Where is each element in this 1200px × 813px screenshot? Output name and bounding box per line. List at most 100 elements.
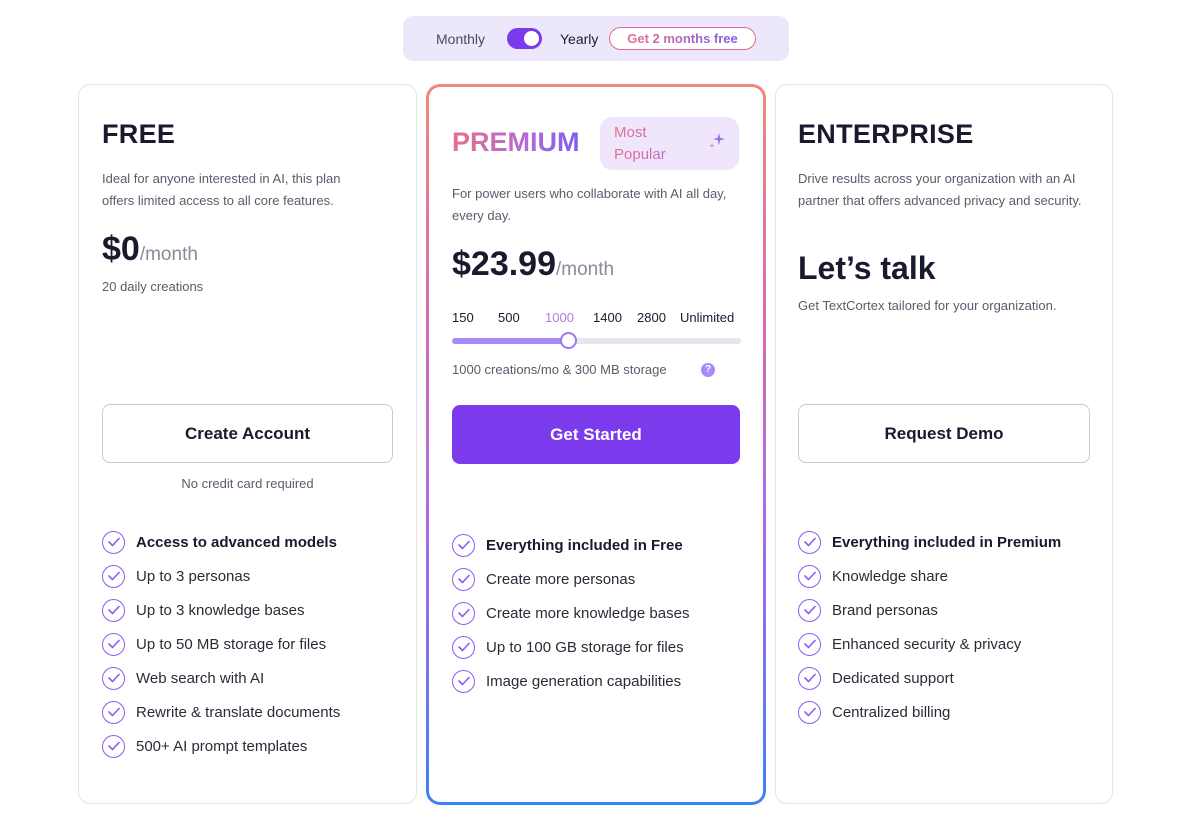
creations-slider[interactable] [452, 332, 741, 349]
sparkle-icon [709, 133, 725, 148]
feature-label: Everything included in Free [486, 536, 683, 554]
check-circle-icon [452, 567, 475, 591]
check-circle-icon [798, 666, 821, 690]
check-circle-icon [452, 669, 475, 693]
feature-item: Brand personas [798, 593, 1061, 627]
feature-item: Access to advanced models [102, 525, 340, 559]
request-demo-button[interactable]: Request Demo [798, 404, 1090, 463]
feature-label: Dedicated support [832, 669, 954, 687]
feature-label: Create more knowledge bases [486, 604, 690, 622]
price-period: /month [556, 259, 615, 280]
slider-option-label[interactable]: 500 [498, 310, 520, 325]
check-circle-icon [102, 734, 125, 758]
feature-label: Centralized billing [832, 703, 951, 721]
check-circle-icon [798, 564, 821, 588]
feature-list: Everything included in Premium Knowledge … [798, 525, 1061, 729]
get-started-button[interactable]: Get Started [452, 405, 740, 464]
feature-item: Up to 3 knowledge bases [102, 593, 340, 627]
feature-label: Image generation capabilities [486, 672, 682, 690]
plan-title: FREE [102, 119, 176, 149]
check-circle-icon [102, 530, 125, 554]
feature-item: 500+ AI prompt templates [102, 729, 340, 763]
plan-title: ENTERPRISE [798, 119, 974, 149]
price-amount: $0 [102, 230, 140, 268]
feature-item: Dedicated support [798, 661, 1061, 695]
plan-price: $23.99/month [452, 245, 614, 284]
feature-item: Up to 50 MB storage for files [102, 627, 340, 661]
yearly-promo-badge: Get 2 months free [609, 27, 756, 50]
plan-card-free: FREE Ideal for anyone interested in AI, … [78, 84, 417, 804]
yearly-label[interactable]: Yearly [560, 31, 598, 47]
check-circle-icon [798, 530, 821, 554]
slider-thumb[interactable] [560, 332, 577, 349]
plan-title: PREMIUM [452, 127, 580, 157]
monthly-label[interactable]: Monthly [436, 31, 485, 47]
slider-option-label[interactable]: Unlimited [680, 310, 734, 325]
check-circle-icon [452, 601, 475, 625]
check-circle-icon [452, 533, 475, 557]
help-icon[interactable]: ? [701, 363, 715, 377]
check-circle-icon [798, 598, 821, 622]
feature-item: Centralized billing [798, 695, 1061, 729]
plan-description: Ideal for anyone interested in AI, this … [102, 171, 341, 208]
check-circle-icon [102, 632, 125, 656]
feature-label: Brand personas [832, 601, 938, 619]
check-circle-icon [102, 564, 125, 588]
feature-label: 500+ AI prompt templates [136, 737, 308, 755]
billing-period-switch[interactable] [507, 28, 542, 49]
create-account-button[interactable]: Create Account [102, 404, 393, 463]
feature-label: Access to advanced models [136, 533, 337, 551]
feature-list: Everything included in Free Create more p… [452, 528, 689, 698]
creations-slider-labels: 150 500 1000 1400 2800 Unlimited [452, 310, 742, 326]
check-circle-icon [452, 635, 475, 659]
slider-option-label[interactable]: 150 [452, 310, 474, 325]
feature-label: Web search with AI [136, 669, 265, 687]
plan-card-premium: PREMIUM Most Popular For power users who… [426, 84, 766, 805]
feature-label: Up to 100 GB storage for files [486, 638, 684, 656]
feature-item: Create more personas [452, 562, 689, 596]
feature-label: Up to 3 knowledge bases [136, 601, 305, 619]
check-circle-icon [102, 666, 125, 690]
storage-note: 1000 creations/mo & 300 MB storage [452, 362, 667, 377]
slider-option-label[interactable]: 2800 [637, 310, 666, 325]
feature-label: Rewrite & translate documents [136, 703, 341, 721]
switch-knob [524, 31, 539, 46]
feature-item: Create more knowledge bases [452, 596, 689, 630]
check-circle-icon [102, 700, 125, 724]
billing-period-toggle-bar: Monthly Yearly Get 2 months free [403, 16, 789, 61]
feature-label: Up to 50 MB storage for files [136, 635, 327, 653]
feature-label: Up to 3 personas [136, 567, 251, 585]
price-amount: $23.99 [452, 245, 556, 283]
no-credit-card-note: No credit card required [181, 476, 314, 491]
slider-option-label[interactable]: 1400 [593, 310, 622, 325]
most-popular-badge: Most Popular [600, 117, 739, 170]
check-circle-icon [798, 632, 821, 656]
feature-item: Image generation capabilities [452, 664, 689, 698]
check-circle-icon [798, 700, 821, 724]
feature-label: Everything included in Premium [832, 533, 1062, 551]
feature-item: Rewrite & translate documents [102, 695, 340, 729]
feature-item: Everything included in Free [452, 528, 689, 562]
plan-usage-note: Get TextCortex tailored for your organiz… [798, 298, 1057, 313]
plan-price: $0/month [102, 230, 198, 269]
slider-fill [452, 338, 568, 344]
price-period: /month [139, 244, 198, 265]
feature-item: Web search with AI [102, 661, 340, 695]
feature-list: Access to advanced models Up to 3 persona… [102, 525, 340, 763]
feature-item: Enhanced security & privacy [798, 627, 1061, 661]
plan-description: For power users who collaborate with AI … [452, 186, 727, 223]
feature-label: Knowledge share [832, 567, 948, 585]
feature-item: Up to 3 personas [102, 559, 340, 593]
feature-item: Knowledge share [798, 559, 1061, 593]
feature-label: Enhanced security & privacy [832, 635, 1022, 653]
plan-card-enterprise: ENTERPRISE Drive results across your org… [775, 84, 1113, 804]
feature-item: Up to 100 GB storage for files [452, 630, 689, 664]
promo-text: Get 2 months free [627, 31, 738, 46]
feature-item: Everything included in Premium [798, 525, 1061, 559]
badge-label: Most Popular [614, 122, 684, 166]
check-circle-icon [102, 598, 125, 622]
plan-description: Drive results across your organization w… [798, 171, 1082, 208]
plan-usage-note: 20 daily creations [102, 279, 204, 294]
plan-price: Let’s talk [798, 250, 936, 286]
slider-option-label[interactable]: 1000 [545, 310, 574, 325]
